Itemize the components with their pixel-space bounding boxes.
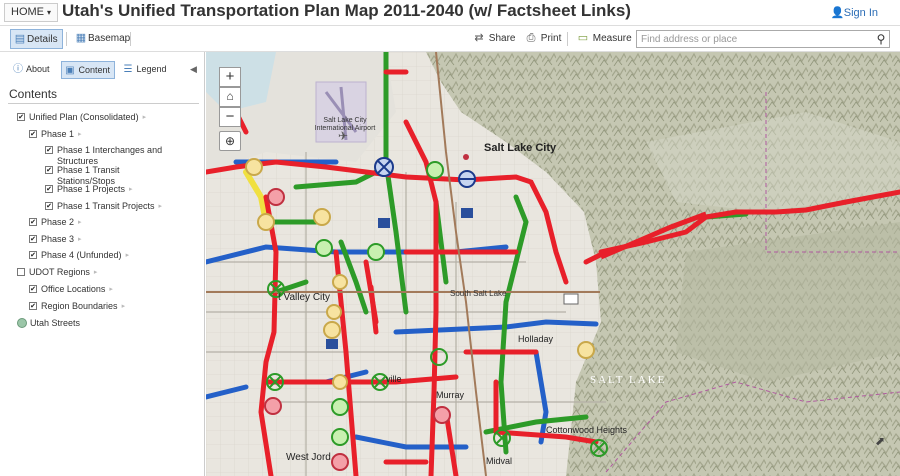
layer-checkbox[interactable]: ✔ — [45, 146, 53, 154]
basemap-layer-icon — [17, 318, 27, 328]
layer-options-icon[interactable]: ▸ — [78, 131, 82, 138]
basemap-grid-icon: ▦ — [75, 32, 87, 44]
layer-office-locations[interactable]: ✔ Office Locations ▸ — [29, 284, 113, 295]
layer-options-icon[interactable]: ▸ — [78, 236, 82, 243]
caret-down-icon: ▾ — [47, 8, 52, 17]
tab-legend[interactable]: ☰ Legend — [120, 61, 171, 79]
share-button[interactable]: ⇄ Share — [470, 29, 519, 49]
home-label: HOME — [11, 6, 44, 18]
label-salt-lake-city: Salt Lake City — [484, 142, 557, 154]
app-header: HOME ▾ Utah's Unified Transportation Plan… — [0, 0, 900, 26]
layer-checkbox[interactable]: ✔ — [29, 235, 37, 243]
measure-button[interactable]: ▭ Measure — [574, 29, 636, 49]
legend-list-icon: ☰ — [123, 64, 133, 75]
layer-checkbox[interactable]: ✔ — [45, 166, 53, 174]
layer-checkbox[interactable]: ✔ — [45, 185, 53, 193]
layer-options-icon[interactable]: ▸ — [78, 219, 82, 226]
layer-checkbox[interactable]: ✔ — [29, 285, 37, 293]
print-button[interactable]: ⎙ Print — [522, 29, 565, 49]
contents-divider — [8, 103, 199, 104]
layer-options-icon[interactable]: ▸ — [143, 114, 147, 121]
label-south-salt-lake: South Salt Lake — [450, 289, 507, 298]
layer-udot-regions[interactable]: UDOT Regions ▸ — [17, 267, 97, 278]
label-valley-city: t Valley City — [278, 292, 331, 303]
label-ville: ville — [386, 374, 402, 384]
layer-checkbox[interactable]: ✔ — [29, 218, 37, 226]
label-salt-lake-county: SALT LAKE — [590, 374, 667, 386]
label-murray: Murray — [436, 390, 465, 400]
sign-in-label: Sign In — [843, 7, 878, 19]
locate-button[interactable]: ⊕ — [219, 131, 241, 151]
layer-checkbox[interactable]: ✔ — [45, 202, 53, 210]
basemap-label: Basemap — [88, 33, 131, 44]
info-icon: ⓘ — [13, 64, 23, 75]
contents-heading: Contents — [9, 87, 58, 101]
print-icon: ⎙ — [526, 32, 536, 44]
details-button[interactable]: ▤ Details — [10, 29, 63, 49]
home-icon: ⌂ — [226, 89, 234, 103]
basemap-button[interactable]: ▦ Basemap — [72, 29, 134, 49]
capitol-marker-icon — [463, 154, 469, 160]
search-input[interactable] — [636, 30, 890, 48]
layer-region-boundaries[interactable]: ✔ Region Boundaries ▸ — [29, 301, 125, 312]
label-holladay: Holladay — [518, 334, 554, 344]
layer-checkbox[interactable] — [17, 268, 25, 276]
label-cottonwood-heights: Cottonwood Heights — [546, 425, 628, 435]
layer-phase-1-interchanges[interactable]: ✔ Phase 1 Interchanges and Structures — [45, 145, 162, 167]
share-label: Share — [488, 33, 516, 44]
layer-options-icon[interactable]: ▸ — [159, 203, 163, 210]
layer-checkbox[interactable]: ✔ — [29, 130, 37, 138]
home-extent-button[interactable]: ⌂ — [219, 87, 241, 107]
layer-phase-3[interactable]: ✔ Phase 3 ▸ — [29, 234, 82, 245]
toolbar-divider — [567, 32, 568, 46]
label-west-jordan: West Jord — [286, 452, 331, 463]
layer-checkbox[interactable]: ✔ — [29, 251, 37, 259]
user-icon: 👤 — [830, 7, 845, 19]
layer-options-icon[interactable]: ▸ — [129, 186, 133, 193]
layer-options-icon[interactable]: ▸ — [109, 286, 113, 293]
layer-phase-1[interactable]: ✔ Phase 1 ▸ — [29, 129, 82, 140]
page-title: Utah's Unified Transportation Plan Map 2… — [62, 1, 631, 20]
layer-options-icon[interactable]: ▸ — [94, 269, 98, 276]
layer-phase-1-projects[interactable]: ✔ Phase 1 Projects ▸ — [45, 184, 133, 195]
content-icon: ▣ — [65, 65, 75, 76]
tab-about-label: About — [26, 64, 50, 74]
map-canvas[interactable]: ✈ — [206, 52, 900, 476]
layer-phase-2[interactable]: ✔ Phase 2 ▸ — [29, 217, 82, 228]
zoom-in-button[interactable]: + — [219, 67, 241, 87]
layer-phase-4[interactable]: ✔ Phase 4 (Unfunded) ▸ — [29, 250, 129, 261]
details-label: Details — [27, 34, 58, 45]
compass-icon[interactable]: ⬈ — [870, 431, 890, 451]
label-airport: Salt Lake City International Airport — [314, 117, 376, 132]
tab-content-label: Content — [78, 65, 111, 75]
details-icon: ▤ — [14, 33, 26, 45]
collapse-panel-icon[interactable]: ◀ — [190, 64, 197, 75]
toolbar-divider — [66, 32, 67, 46]
layer-utah-streets[interactable]: Utah Streets — [17, 318, 80, 329]
sign-in-link[interactable]: 👤 Sign In — [831, 6, 878, 19]
label-midvale: Midval — [486, 456, 513, 466]
home-menu-button[interactable]: HOME ▾ — [4, 3, 59, 22]
toolbar: ▤ Details ▦ Basemap ⇄ Share ⎙ Print ▭ Meas… — [0, 26, 900, 52]
layer-unified-plan[interactable]: ✔ Unified Plan (Consolidated) ▸ — [17, 112, 146, 123]
tab-about[interactable]: ⓘ About — [10, 61, 54, 79]
layer-options-icon[interactable]: ▸ — [122, 303, 126, 310]
map-view[interactable]: ✈ Salt Lake City Salt Lake City Internat… — [206, 52, 900, 476]
share-icon: ⇄ — [474, 32, 484, 44]
tab-legend-label: Legend — [136, 64, 167, 74]
tab-content[interactable]: ▣ Content — [61, 61, 116, 79]
crosshair-icon: ⊕ — [224, 134, 236, 148]
search-icon[interactable]: ⚲ — [874, 31, 888, 47]
measure-label: Measure — [592, 33, 632, 44]
toolbar-divider — [130, 32, 131, 46]
layer-phase-1-transit-projects[interactable]: ✔ Phase 1 Transit Projects ▸ — [45, 201, 162, 212]
layer-checkbox[interactable]: ✔ — [17, 113, 25, 121]
measure-ruler-icon: ▭ — [577, 32, 589, 44]
layer-options-icon[interactable]: ▸ — [126, 252, 130, 259]
zoom-out-button[interactable]: − — [219, 107, 241, 127]
left-panel: ⓘ About ▣ Content ☰ Legend ◀ Contents ✔ U… — [0, 52, 205, 476]
layer-checkbox[interactable]: ✔ — [29, 302, 37, 310]
print-label: Print — [540, 33, 562, 44]
